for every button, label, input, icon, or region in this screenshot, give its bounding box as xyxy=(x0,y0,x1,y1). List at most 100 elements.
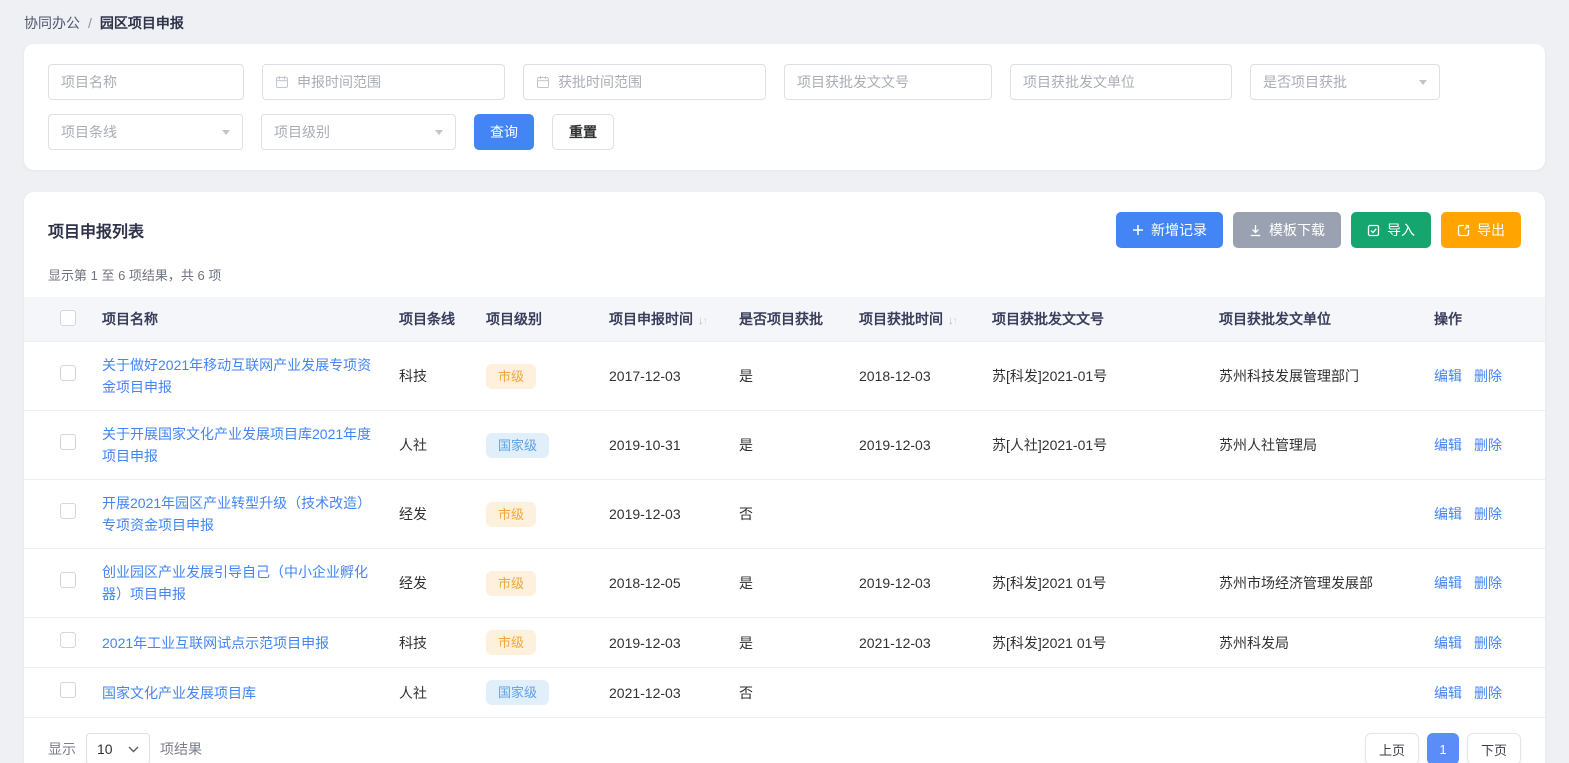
pagination: 上页 1 下页 xyxy=(1365,733,1521,763)
export-button[interactable]: 导出 xyxy=(1441,212,1521,248)
table-row: 创业园区产业发展引导自己（中小企业孵化器）项目申报 经发 市级 2018-12-… xyxy=(24,549,1545,618)
project-name-link[interactable]: 开展2021年园区产业转型升级（技术改造）专项资金项目申报 xyxy=(102,492,383,536)
add-record-label: 新增记录 xyxy=(1151,220,1207,240)
header-project-level: 项目级别 xyxy=(478,297,601,342)
calendar-icon xyxy=(275,75,289,89)
project-line-cell: 经发 xyxy=(391,549,478,618)
project-name-link[interactable]: 2021年工业互联网试点示范项目申报 xyxy=(102,632,329,654)
approve-time-range-input[interactable]: 获批时间范围 xyxy=(523,64,766,100)
results-label: 项结果 xyxy=(160,739,202,759)
row-checkbox[interactable] xyxy=(60,434,76,450)
delete-link[interactable]: 删除 xyxy=(1474,368,1502,384)
doc-number-cell xyxy=(984,668,1211,718)
chevron-down-icon xyxy=(1419,80,1427,89)
breadcrumb-current: 园区项目申报 xyxy=(100,13,184,33)
search-button[interactable]: 查询 xyxy=(474,114,534,150)
template-download-button[interactable]: 模板下载 xyxy=(1233,212,1341,248)
prev-page-button[interactable]: 上页 xyxy=(1365,733,1419,763)
level-badge: 市级 xyxy=(486,364,536,389)
doc-unit-input[interactable] xyxy=(1010,64,1232,100)
page-size-value: 10 xyxy=(97,741,113,757)
chevron-down-icon xyxy=(435,130,443,139)
filter-row-2: 项目条线 项目级别 查询 重置 xyxy=(48,114,1521,150)
delete-link[interactable]: 删除 xyxy=(1474,506,1502,522)
apply-time-cell: 2017-12-03 xyxy=(601,342,731,411)
search-button-label: 查询 xyxy=(490,122,518,142)
level-badge: 国家级 xyxy=(486,433,549,458)
header-approve-time[interactable]: 项目获批时间↓↑ xyxy=(851,297,984,342)
is-approved-select[interactable]: 是否项目获批 xyxy=(1250,64,1440,100)
approve-time-range-placeholder: 获批时间范围 xyxy=(558,72,753,92)
approve-time-cell xyxy=(851,668,984,718)
delete-link[interactable]: 删除 xyxy=(1474,685,1502,701)
project-line-cell: 人社 xyxy=(391,668,478,718)
filter-panel: 申报时间范围 获批时间范围 是否项目获批 项目条线 项目级别 查询 重置 xyxy=(24,44,1545,170)
calendar-icon xyxy=(536,75,550,89)
edit-link[interactable]: 编辑 xyxy=(1434,368,1462,384)
next-page-button[interactable]: 下页 xyxy=(1467,733,1521,763)
edit-link[interactable]: 编辑 xyxy=(1434,575,1462,591)
project-level-select[interactable]: 项目级别 xyxy=(261,114,456,150)
doc-unit-cell xyxy=(1211,668,1426,718)
apply-time-range-placeholder: 申报时间范围 xyxy=(297,72,492,92)
edit-link[interactable]: 编辑 xyxy=(1434,685,1462,701)
approve-time-cell xyxy=(851,480,984,549)
edit-link[interactable]: 编辑 xyxy=(1434,506,1462,522)
select-all-checkbox[interactable] xyxy=(60,310,76,326)
project-name-link[interactable]: 创业园区产业发展引导自己（中小企业孵化器）项目申报 xyxy=(102,561,383,605)
breadcrumb: 协同办公 / 园区项目申报 xyxy=(0,0,1569,44)
breadcrumb-parent[interactable]: 协同办公 xyxy=(24,13,80,33)
approved-cell: 是 xyxy=(731,618,851,668)
chevron-down-icon xyxy=(128,746,139,753)
doc-number-input[interactable] xyxy=(784,64,992,100)
row-checkbox[interactable] xyxy=(60,632,76,648)
project-level-select-value: 项目级别 xyxy=(274,122,427,142)
doc-unit-cell: 苏州人社管理局 xyxy=(1211,411,1426,480)
apply-time-cell: 2021-12-03 xyxy=(601,668,731,718)
import-label: 导入 xyxy=(1387,220,1415,240)
apply-time-cell: 2019-12-03 xyxy=(601,618,731,668)
row-checkbox[interactable] xyxy=(60,503,76,519)
project-line-cell: 经发 xyxy=(391,480,478,549)
project-line-select[interactable]: 项目条线 xyxy=(48,114,243,150)
level-badge: 市级 xyxy=(486,571,536,596)
results-summary: 显示第 1 至 6 项结果，共 6 项 xyxy=(24,248,1545,297)
filter-row-1: 申报时间范围 获批时间范围 是否项目获批 xyxy=(48,64,1521,100)
row-checkbox[interactable] xyxy=(60,365,76,381)
level-badge: 国家级 xyxy=(486,680,549,705)
apply-time-range-input[interactable]: 申报时间范围 xyxy=(262,64,505,100)
table-panel: 项目申报列表 新增记录 模板下载 导入 xyxy=(24,192,1545,763)
project-name-input[interactable] xyxy=(48,64,244,100)
approved-cell: 是 xyxy=(731,342,851,411)
doc-unit-cell: 苏州科技发展管理部门 xyxy=(1211,342,1426,411)
import-button[interactable]: 导入 xyxy=(1351,212,1431,248)
edit-link[interactable]: 编辑 xyxy=(1434,437,1462,453)
apply-time-cell: 2018-12-05 xyxy=(601,549,731,618)
row-checkbox[interactable] xyxy=(60,682,76,698)
add-record-button[interactable]: 新增记录 xyxy=(1116,212,1223,248)
table-footer: 显示 10 项结果 上页 1 下页 xyxy=(24,718,1545,763)
apply-time-cell: 2019-10-31 xyxy=(601,411,731,480)
header-apply-time[interactable]: 项目申报时间↓↑ xyxy=(601,297,731,342)
toolbar-actions: 新增记录 模板下载 导入 导出 xyxy=(1116,212,1521,248)
doc-unit-cell: 苏州市场经济管理发展部 xyxy=(1211,549,1426,618)
row-checkbox[interactable] xyxy=(60,572,76,588)
reset-button-label: 重置 xyxy=(569,122,597,142)
delete-link[interactable]: 删除 xyxy=(1474,635,1502,651)
level-badge: 市级 xyxy=(486,502,536,527)
current-page-button[interactable]: 1 xyxy=(1427,733,1459,763)
delete-link[interactable]: 删除 xyxy=(1474,437,1502,453)
project-line-cell: 人社 xyxy=(391,411,478,480)
approve-time-cell: 2019-12-03 xyxy=(851,411,984,480)
reset-button[interactable]: 重置 xyxy=(552,114,614,150)
project-name-link[interactable]: 关于做好2021年移动互联网产业发展专项资金项目申报 xyxy=(102,354,383,398)
delete-link[interactable]: 删除 xyxy=(1474,575,1502,591)
sort-icon[interactable]: ↓↑ xyxy=(948,315,957,327)
export-label: 导出 xyxy=(1477,220,1505,240)
edit-link[interactable]: 编辑 xyxy=(1434,635,1462,651)
project-name-link[interactable]: 关于开展国家文化产业发展项目库2021年度项目申报 xyxy=(102,423,383,467)
sort-icon[interactable]: ↓↑ xyxy=(698,315,707,327)
project-name-link[interactable]: 国家文化产业发展项目库 xyxy=(102,682,256,704)
page-size-select[interactable]: 10 xyxy=(86,733,150,763)
approve-time-cell: 2018-12-03 xyxy=(851,342,984,411)
